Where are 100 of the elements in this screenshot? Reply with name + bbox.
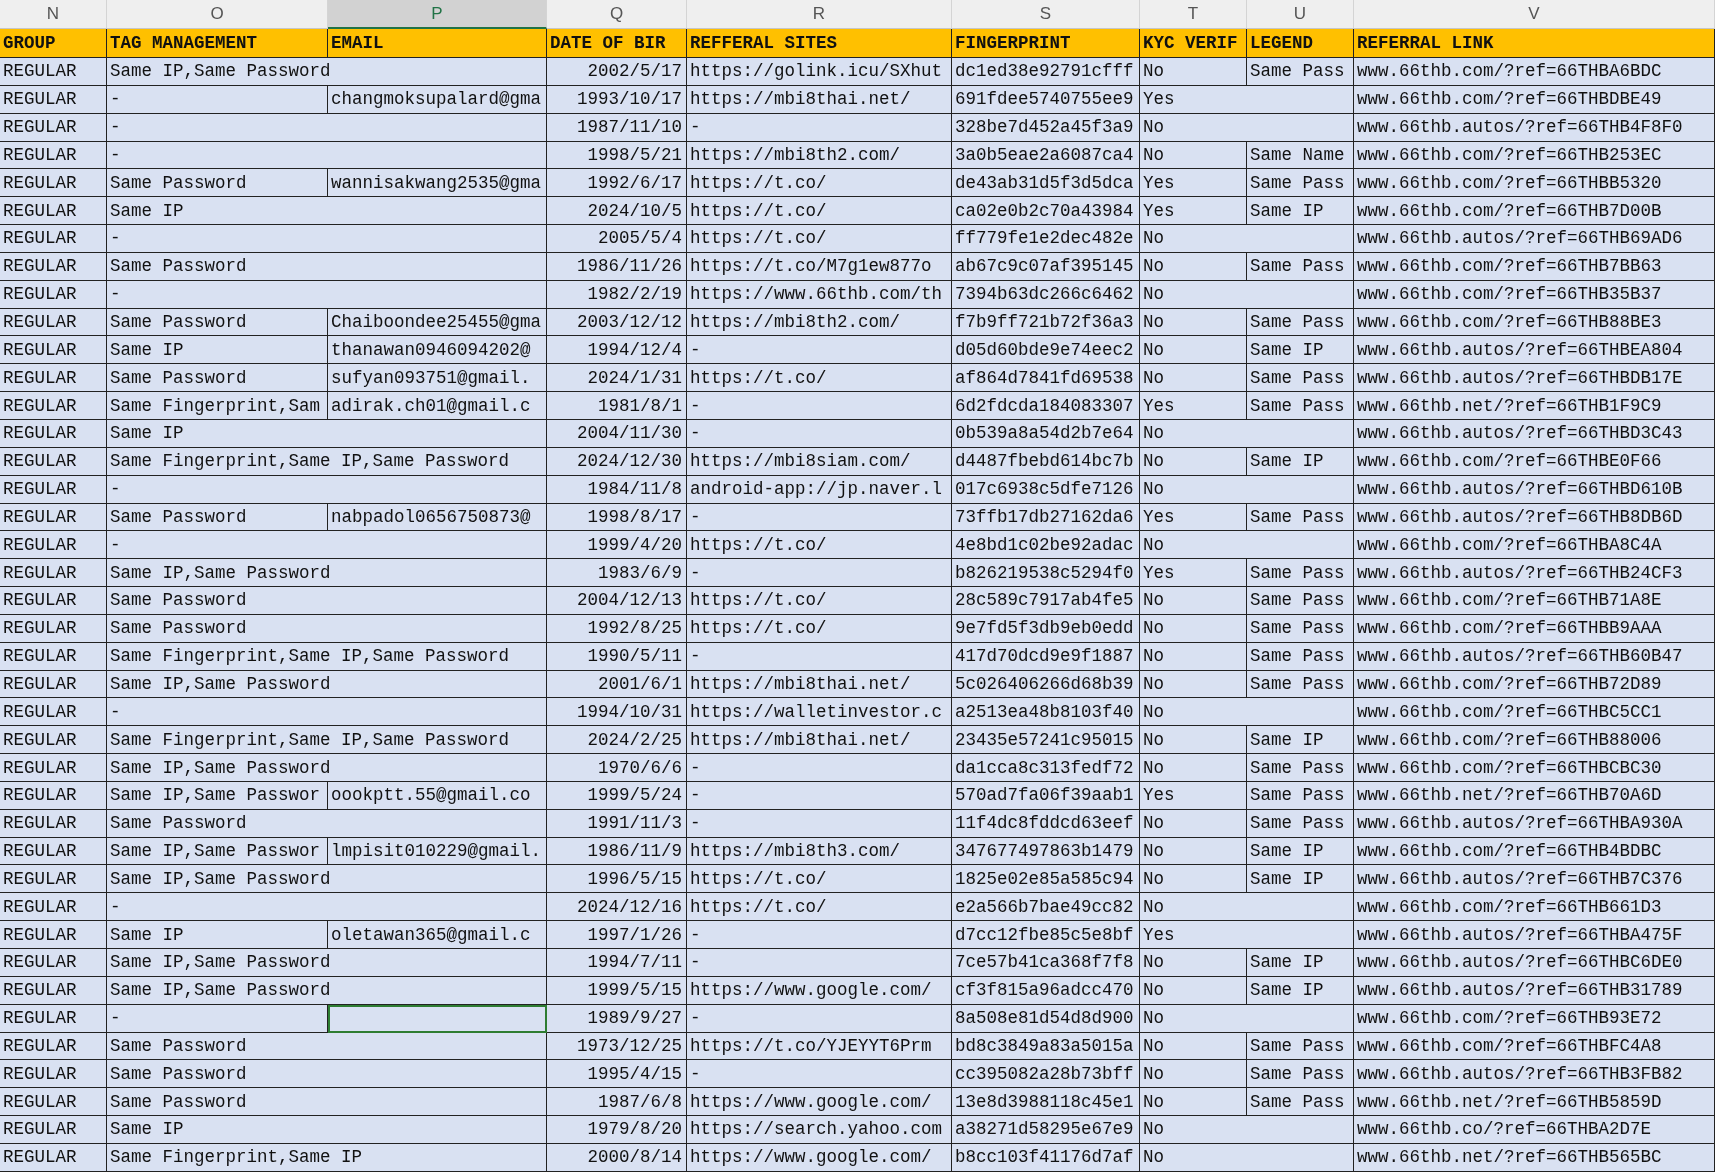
table-cell: Same IP [1247, 837, 1354, 866]
table-cell: www.66thb.com/?ref=66THB7D00B [1354, 197, 1715, 226]
table-cell: Same IP [107, 921, 328, 949]
table-cell: d4487fbebd614bc7b [952, 447, 1140, 476]
table-cell: www.66thb.co/?ref=66THBA2D7E [1354, 1116, 1715, 1144]
table-cell: REGULAR [0, 447, 107, 476]
table-cell: 1990/5/11 [547, 642, 687, 671]
table-cell: No [1140, 1032, 1247, 1061]
table-cell: Same Fingerprint,Same IP [107, 1143, 547, 1172]
table-cell: REGULAR [0, 754, 107, 782]
table-cell: www.66thb.com/?ref=66THB88006 [1354, 726, 1715, 755]
table-cell: 0b539a8a54d2b7e64 [952, 419, 1140, 448]
table-cell: b8cc103f41176d7af [952, 1143, 1140, 1172]
table-cell: REGULAR [0, 475, 107, 504]
table-cell: - [107, 893, 547, 922]
table-cell: - [687, 949, 952, 977]
table-cell: REGULAR [0, 58, 107, 86]
table-cell: Yes [1140, 197, 1247, 226]
table-cell: https://www.66thb.com/th [687, 280, 952, 309]
table-cell: No [1140, 113, 1354, 142]
table-cell: 2001/6/1 [547, 670, 687, 699]
table-cell: - [687, 419, 952, 448]
table-cell: 5c026406266d68b39 [952, 670, 1140, 699]
table-cell: Same Pass [1247, 308, 1354, 337]
table-cell: No [1140, 1004, 1354, 1033]
table-cell: Same IP [1247, 336, 1354, 365]
table-cell: www.66thb.autos/?ref=66THB69AD6 [1354, 225, 1715, 253]
table-cell: REGULAR [0, 559, 107, 588]
table-cell: - [107, 1004, 328, 1033]
table-cell: REGULAR [0, 252, 107, 281]
table-cell: Same IP [1247, 447, 1354, 476]
table-cell: 347677497863b1479 [952, 837, 1140, 866]
table-cell: www.66thb.com/?ref=66THBCBC30 [1354, 754, 1715, 782]
table-cell: https://mbi8th3.com/ [687, 837, 952, 866]
table-cell: 017c6938c5dfe7126 [952, 475, 1140, 504]
table-cell: www.66thb.autos/?ref=66THB24CF3 [1354, 559, 1715, 588]
table-cell: sufyan093751@gmail. [328, 364, 547, 393]
table-cell: Same IP [1247, 197, 1354, 226]
table-cell: www.66thb.autos/?ref=66THBDB17E [1354, 364, 1715, 393]
table-cell: 2005/5/4 [547, 225, 687, 253]
table-cell: Same Password [107, 809, 547, 838]
table-cell: No [1140, 949, 1247, 977]
table-cell: Same IP [1247, 865, 1354, 894]
table-cell: REGULAR [0, 698, 107, 727]
table-cell: Same IP [107, 336, 328, 365]
table-cell: Same IP [107, 419, 547, 448]
table-cell: Yes [1140, 85, 1354, 114]
table-cell: www.66thb.com/?ref=66THBC5CC1 [1354, 698, 1715, 727]
table-cell: - [687, 642, 952, 671]
table-cell: Same Password [107, 364, 328, 393]
table-cell: https://t.co/ [687, 169, 952, 198]
table-cell: Same IP [107, 1116, 547, 1144]
table-cell: Same IP,Same Password [107, 949, 547, 977]
table-cell: No [1140, 726, 1247, 755]
table-cell: www.66thb.autos/?ref=66THB60B47 [1354, 642, 1715, 671]
table-cell: 1999/5/24 [547, 781, 687, 810]
table-cell: Same Pass [1247, 169, 1354, 198]
table-cell: 1982/2/19 [547, 280, 687, 309]
table-cell: Same Pass [1247, 252, 1354, 281]
table-cell: - [687, 559, 952, 588]
table-cell: 417d70dcd9e9f1887 [952, 642, 1140, 671]
table-cell: REGULAR [0, 893, 107, 922]
column-header[interactable]: P [328, 0, 547, 29]
table-cell: Yes [1140, 921, 1354, 949]
table-cell: 1998/5/21 [547, 141, 687, 170]
table-cell: - [107, 698, 547, 727]
table-cell: REGULAR [0, 392, 107, 420]
table-cell: 8a508e81d54d8d900 [952, 1004, 1140, 1033]
table-cell: https://walletinvestor.c [687, 698, 952, 727]
table-cell: Same IP [1247, 976, 1354, 1005]
table-cell: No [1140, 280, 1354, 309]
table-cell: 1991/11/3 [547, 809, 687, 838]
table-cell: 2024/12/30 [547, 447, 687, 476]
table-cell: oookptt.55@gmail.co [328, 781, 547, 810]
header-cell: FINGERPRINT [952, 29, 1140, 58]
table-cell: 28c589c7917ab4fe5 [952, 587, 1140, 615]
table-cell: - [687, 392, 952, 420]
table-cell: 570ad7fa06f39aab1 [952, 781, 1140, 810]
selected-cell[interactable] [328, 1004, 547, 1033]
table-cell: www.66thb.autos/?ref=66THB3FB82 [1354, 1060, 1715, 1089]
table-cell: af864d7841fd69538 [952, 364, 1140, 393]
table-cell: adirak.ch01@gmail.c [328, 392, 547, 420]
table-cell: Yes [1140, 392, 1247, 420]
table-cell: https://t.co/ [687, 893, 952, 922]
table-cell: www.66thb.com/?ref=66THB35B37 [1354, 280, 1715, 309]
table-cell: Same Password [107, 587, 547, 615]
header-cell: REFFERAL SITES [687, 29, 952, 58]
table-cell: REGULAR [0, 976, 107, 1005]
table-cell: de43ab31d5f3d5dca [952, 169, 1140, 198]
table-cell: Yes [1140, 503, 1247, 532]
table-cell: cf3f815a96adcc470 [952, 976, 1140, 1005]
table-cell: No [1140, 447, 1247, 476]
table-cell: 1992/8/25 [547, 614, 687, 643]
table-cell: - [107, 141, 547, 170]
table-cell: 7394b63dc266c6462 [952, 280, 1140, 309]
table-cell: Same Fingerprint,Same IP,Same Password [107, 642, 547, 671]
table-cell: Same Password [107, 1060, 547, 1089]
table-cell: 1994/12/4 [547, 336, 687, 365]
table-cell: https://www.google.com/ [687, 976, 952, 1005]
table-cell: Same Password [107, 503, 328, 532]
